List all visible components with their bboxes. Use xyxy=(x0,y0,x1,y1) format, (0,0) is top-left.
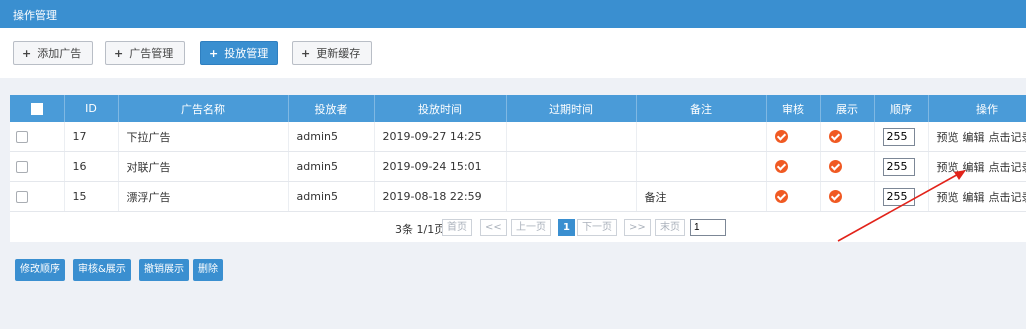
red-annotation-arrow xyxy=(837,170,966,242)
arrow-shaft xyxy=(837,171,963,242)
